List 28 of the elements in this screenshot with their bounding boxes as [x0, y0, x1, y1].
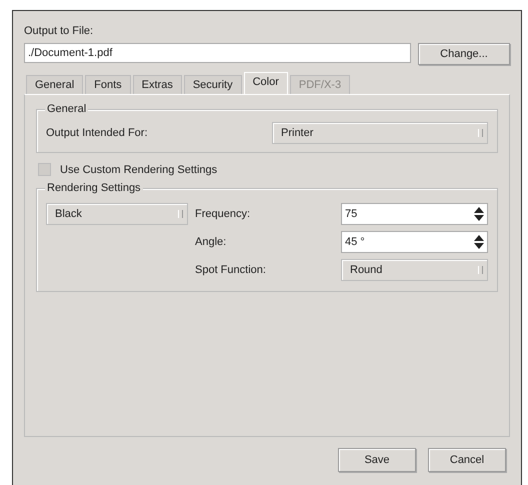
output-intended-label: Output Intended For:: [46, 127, 148, 139]
color-dropdown[interactable]: Black: [46, 203, 188, 225]
dropdown-arrow-icon: [478, 129, 483, 137]
file-path-field[interactable]: ./Document-1.pdf: [24, 43, 411, 63]
change-button[interactable]: Change...: [418, 43, 510, 65]
spin-arrows-icon[interactable]: [473, 205, 485, 223]
group-title: General: [45, 103, 88, 115]
tab[interactable]: Extras: [132, 75, 182, 95]
spot-function-dropdown[interactable]: Round: [341, 259, 488, 281]
field-label: Spot Function:: [195, 264, 267, 276]
checkbox-label: Use Custom Rendering Settings: [60, 164, 218, 176]
output-label: Output to File:: [24, 25, 94, 37]
dropdown-arrow-icon: [178, 210, 183, 218]
checkbox[interactable]: [38, 163, 51, 176]
tab[interactable]: General: [26, 75, 84, 95]
field-label: Angle:: [195, 236, 228, 248]
spin-box[interactable]: 45 °: [341, 231, 488, 253]
output-intended-dropdown[interactable]: Printer: [272, 122, 488, 144]
tab[interactable]: Fonts: [85, 75, 131, 95]
group-title: Rendering Settings: [45, 182, 143, 194]
dialog-button[interactable]: Save: [338, 448, 416, 472]
dropdown-arrow-icon: [478, 266, 483, 274]
dialog-button[interactable]: Cancel: [428, 448, 506, 472]
spin-arrows-icon[interactable]: [473, 233, 485, 251]
tab[interactable]: Security: [184, 75, 242, 95]
spin-box[interactable]: 75: [341, 203, 488, 225]
field-label: Frequency:: [195, 208, 252, 220]
tab[interactable]: Color: [244, 72, 288, 95]
